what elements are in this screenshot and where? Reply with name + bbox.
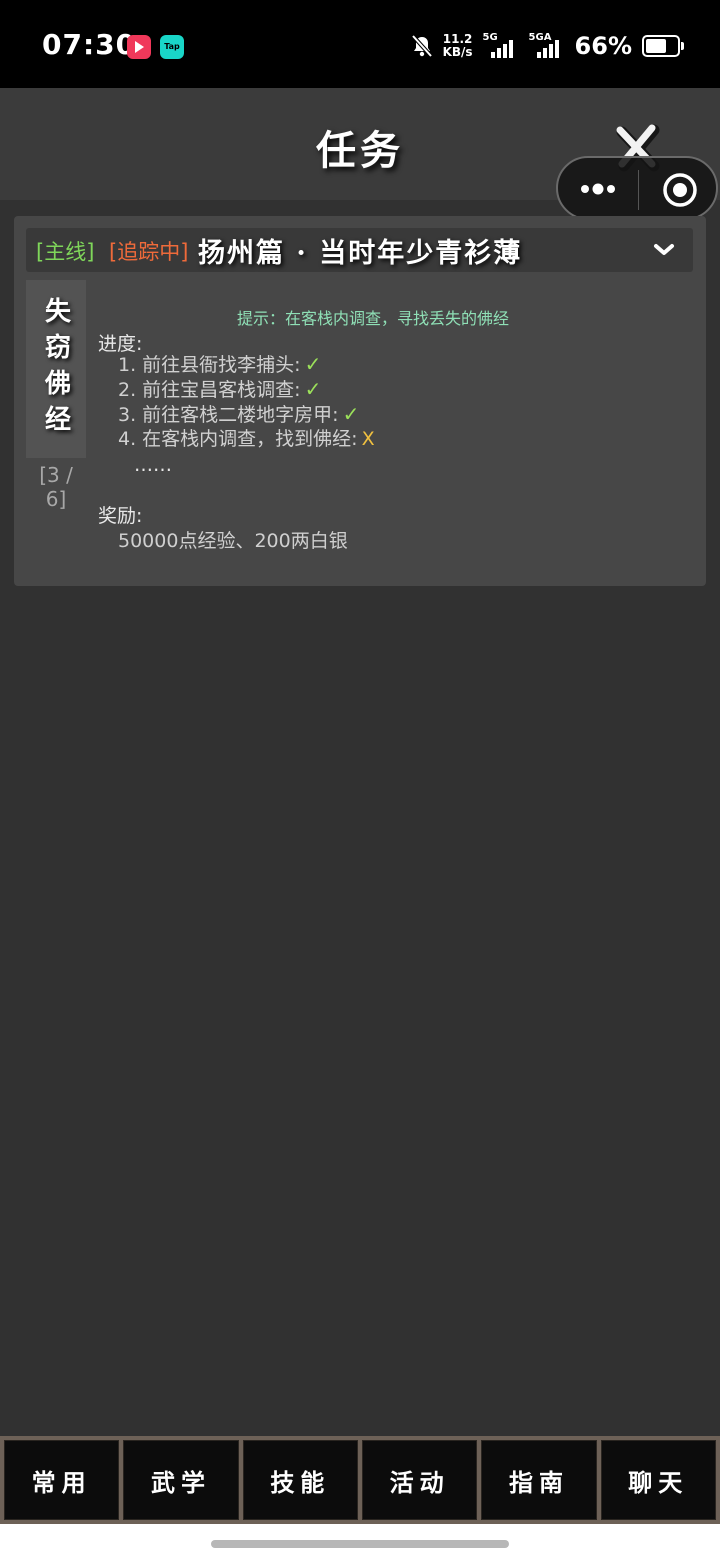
signal-5ga-icon: 5GA [529, 32, 565, 60]
signal-5g-icon: 5G [483, 32, 519, 60]
quest-title: 扬州篇 · 当时年少青衫薄 [198, 238, 523, 269]
quest-card: [主线] [追踪中] 扬州篇 · 当时年少青衫薄 失窃佛经 [3 / 6] 提示… [14, 216, 706, 586]
capsule-divider [638, 170, 639, 210]
chevron-down-icon[interactable] [653, 242, 675, 258]
nav-chat-button[interactable]: 聊天 [600, 1440, 716, 1520]
check-icon: ✓ [304, 352, 322, 376]
progress-item: 4. 在客栈内调查，找到佛经: X [118, 427, 375, 452]
status-indicators: 11.2 KB/s 5G 5GA 66% [411, 30, 684, 62]
progress-item-text: 4. 在客栈内调查，找到佛经: [118, 428, 358, 450]
video-app-icon [127, 35, 151, 59]
tap-app-icon: Tap [160, 35, 184, 59]
quest-tracking-tag: [追踪中] [109, 240, 189, 264]
progress-list: 1. 前往县衙找李捕头: ✓ 2. 前往宝昌客栈调查: ✓ 3. 前往客栈二楼地字房… [118, 352, 375, 452]
network-speed: 11.2 KB/s [443, 33, 473, 59]
mini-program-capsule [556, 156, 718, 220]
progress-item: 2. 前往宝昌客栈调查: ✓ [118, 377, 375, 402]
quest-chapter-title: 失窃佛经 [26, 280, 86, 458]
progress-item: 3. 前往客栈二楼地字房甲: ✓ [118, 402, 375, 427]
network-speed-unit: KB/s [442, 45, 473, 59]
nav-skills-button[interactable]: 技能 [242, 1440, 358, 1520]
quest-header[interactable]: [主线] [追踪中] 扬州篇 · 当时年少青衫薄 [26, 228, 693, 272]
progress-item-text: 2. 前往宝昌客栈调查: [118, 379, 301, 401]
status-bar: 07:30 Tap 11.2 KB/s 5G 5GA 66% [0, 0, 720, 88]
reward-label: 奖励: [98, 505, 143, 527]
quest-chapter-title-text: 失窃佛经 [40, 297, 71, 441]
progress-item-text: 1. 前往县衙找李捕头: [118, 354, 301, 376]
status-time: 07:30 [42, 28, 137, 61]
nav-common-button[interactable]: 常用 [4, 1440, 120, 1520]
nav-guide-button[interactable]: 指南 [481, 1440, 597, 1520]
bell-muted-icon [411, 34, 433, 58]
home-indicator[interactable] [211, 1540, 509, 1548]
check-icon: ✓ [304, 377, 322, 401]
cross-icon: X [361, 428, 375, 450]
battery-percent: 66% [574, 32, 632, 60]
quest-hint: 提示：在客栈内调查，寻找丢失的佛经 [236, 309, 509, 328]
nav-events-button[interactable]: 活动 [361, 1440, 478, 1520]
quest-type-tag: [主线] [36, 240, 95, 264]
check-icon: ✓ [342, 402, 360, 426]
reward-text: 50000点经验、200两白银 [118, 530, 348, 552]
more-icon[interactable] [578, 177, 618, 201]
progress-item-text: 3. 前往客栈二楼地字房甲: [118, 404, 339, 426]
progress-item: 1. 前往县衙找李捕头: ✓ [118, 352, 375, 377]
battery-icon [642, 35, 684, 57]
nav-martial-arts-button[interactable]: 武学 [123, 1440, 239, 1520]
progress-ellipsis: …… [134, 454, 172, 476]
quest-step-count: [3 / 6] [39, 463, 73, 511]
exit-target-icon[interactable] [662, 172, 698, 208]
gesture-bar-area [0, 1524, 720, 1563]
bottom-nav: 常用 武学 技能 活动 指南 聊天 [0, 1436, 720, 1524]
